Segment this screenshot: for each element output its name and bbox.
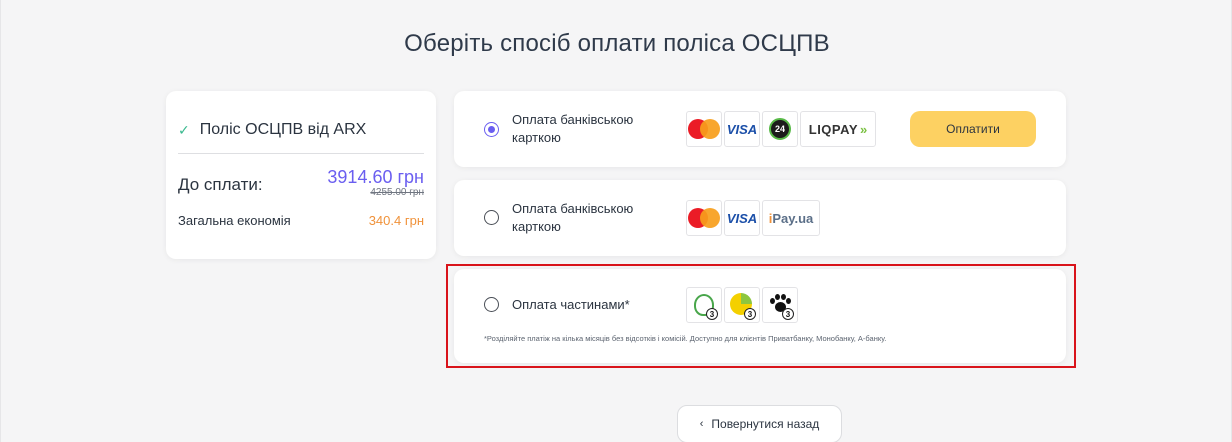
payment-logos: VISA 24 LIQPAY» (686, 111, 878, 147)
mastercard-icon (686, 111, 722, 147)
installment-logos: 3 3 3 (686, 287, 800, 323)
visa-icon: VISA (724, 200, 760, 236)
mastercard-icon (686, 200, 722, 236)
payment-option-label: Оплата частинами* (512, 297, 630, 312)
payment-option-radio[interactable] (484, 122, 499, 137)
payment-option-label: Оплата банківською карткою (512, 201, 634, 234)
old-price: 4255.00 грн (370, 187, 424, 198)
payment-logos: VISA iPay.ua (686, 200, 822, 236)
payment-option-card-liqpay[interactable]: Оплата банківською карткою VISA 24 LIQPA… (454, 91, 1066, 167)
abank-installments-icon: 3 (762, 287, 798, 323)
divider (178, 153, 424, 154)
privatbank-installments-icon: 3 (686, 287, 722, 323)
check-icon: ✓ (178, 121, 190, 138)
amount-due-label: До сплати: (178, 175, 263, 194)
chevron-left-icon: ‹ (699, 418, 704, 430)
payment-option-radio[interactable] (484, 210, 499, 225)
payment-option-card-ipay[interactable]: Оплата банківською карткою VISA iPay.ua (454, 180, 1066, 256)
page-title: Оберіть спосіб оплати поліса ОСЦПВ (404, 30, 830, 57)
payment-option-label: Оплата банківською карткою (512, 112, 634, 145)
visa-icon: VISA (724, 111, 760, 147)
back-button[interactable]: ‹ Повернутися назад (677, 405, 842, 442)
installments-footnote: *Розділяйте платіж на кілька місяців без… (484, 334, 887, 343)
order-summary-card: ✓ Поліс ОСЦПВ від ARX До сплати: 3914.60… (166, 91, 436, 259)
back-button-label: Повернутися назад (711, 417, 820, 431)
policy-row: ✓ Поліс ОСЦПВ від ARX (178, 121, 366, 139)
amount-due-value: 3914.60 грн (327, 167, 424, 187)
policy-name: Поліс ОСЦПВ від ARX (199, 121, 367, 138)
payment-option-radio[interactable] (484, 297, 499, 312)
savings-label: Загальна економія (178, 213, 291, 228)
pay-button[interactable]: Оплатити (910, 111, 1036, 147)
savings-value: 340.4 грн (368, 213, 424, 228)
liqpay-icon: LIQPAY» (800, 111, 876, 147)
monobank-installments-icon: 3 (724, 287, 760, 323)
privat24-icon: 24 (762, 111, 798, 147)
ipay-icon: iPay.ua (762, 200, 820, 236)
payment-option-card-installments[interactable]: Оплата частинами* 3 3 3 *Розділяйте плат… (454, 269, 1066, 363)
